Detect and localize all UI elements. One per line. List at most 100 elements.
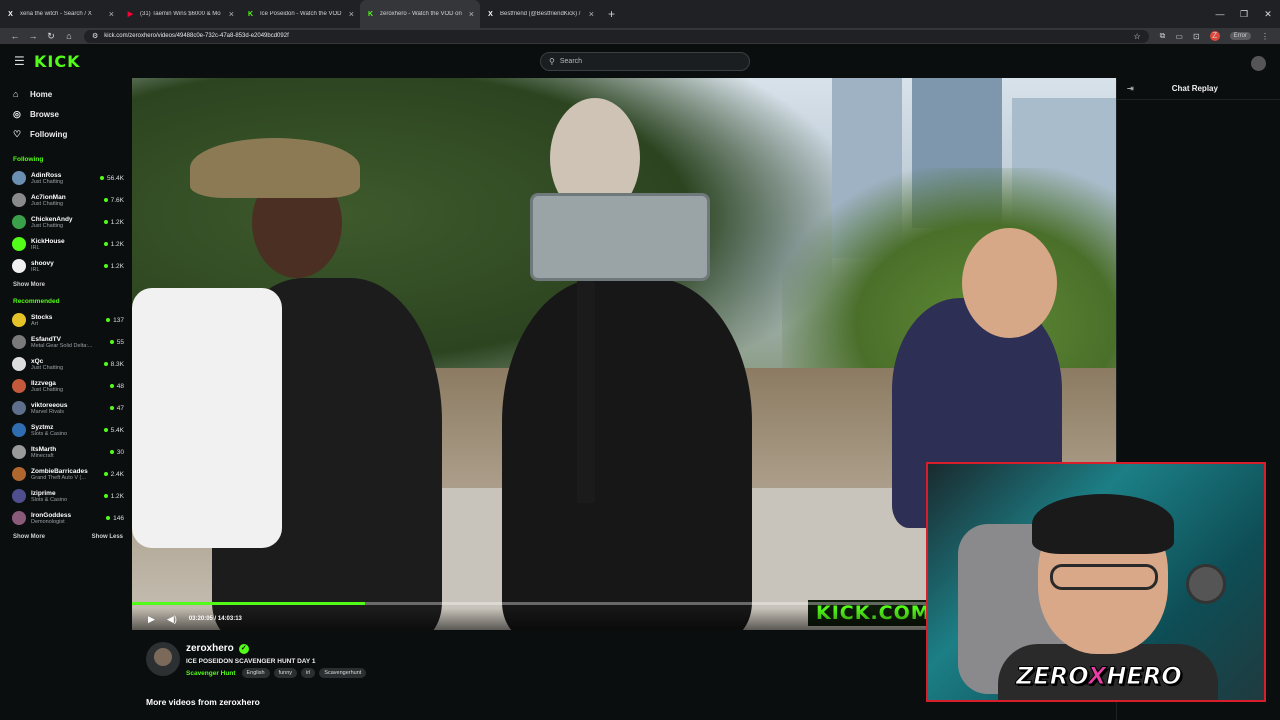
viewer-count: 137	[106, 317, 124, 324]
sidebar-nav-label: Following	[30, 129, 68, 139]
close-tab-icon[interactable]: ×	[589, 9, 594, 19]
close-tab-icon[interactable]: ×	[229, 9, 234, 19]
browser-tab[interactable]: K Ice Poseidon - Watch the VOD ×	[240, 0, 360, 28]
channel-name: KickHouse	[31, 237, 65, 245]
sidebar-channel[interactable]: Ilzzvega Just Chatting 48	[0, 375, 130, 397]
url-field[interactable]: ⚙ kick.com/zeroxhero/videos/49488c0e-732…	[84, 29, 1149, 43]
sidebar-channel[interactable]: shoovy IRL 1.2K	[0, 255, 130, 277]
channel-name[interactable]: zeroxhero	[186, 643, 234, 654]
sidebar-channel[interactable]: KickHouse IRL 1.2K	[0, 233, 130, 255]
browser-tab[interactable]: X Bestfriend (@BestfriendKick) / ×	[480, 0, 600, 28]
sidebar-channel[interactable]: lziprime Slots & Casino 1.2K	[0, 485, 130, 507]
chat-title: Chat Replay	[1171, 84, 1218, 93]
channel-meta: Syztmz Slots & Casino	[31, 424, 104, 437]
sidebar: ⌂ Home ◎ Browse ♡ Following Following AdinRos…	[0, 78, 130, 720]
new-tab-icon[interactable]: +	[600, 0, 623, 28]
sidebar-channel[interactable]: EsfandTV Metal Gear Solid Delta:... 55	[0, 331, 130, 353]
sidebar-channel[interactable]: ChickenAndy Just Chatting 1.2K	[0, 211, 130, 233]
profile-avatar[interactable]: Z	[1209, 31, 1220, 41]
verified-icon: ✓	[238, 643, 249, 654]
play-icon[interactable]: ▶	[148, 614, 155, 625]
channel-name: ItsMarth	[31, 445, 57, 453]
channel-avatar	[12, 511, 26, 525]
collapse-chat-icon[interactable]: ⇥	[1127, 84, 1134, 93]
cast-icon[interactable]: ⊡	[1193, 32, 1200, 41]
close-window-icon[interactable]: ✕	[1256, 0, 1280, 28]
close-tab-icon[interactable]: ×	[109, 9, 114, 19]
vod-title: ICE POSEIDON SCAVENGER HUNT DAY 1	[186, 658, 316, 665]
tag-chip[interactable]: Scavengerhunt	[319, 668, 367, 678]
video-frame-head-right	[962, 228, 1057, 338]
browser-tab[interactable]: ▶ (31) Taemin Wins $6000 & Mo ×	[120, 0, 240, 28]
video-frame-tripod	[577, 273, 595, 503]
x-logo-icon: X	[8, 10, 13, 18]
kick-logo[interactable]: KICK	[34, 52, 81, 71]
channel-category: Just Chatting	[31, 222, 64, 229]
channel-name: AdinRoss	[31, 171, 62, 179]
video-frame-person-center	[502, 278, 752, 630]
tag-chip[interactable]: funny	[273, 668, 298, 678]
sidebar-nav-following[interactable]: ♡ Following	[0, 124, 130, 144]
compass-icon: ◎	[13, 108, 21, 119]
maximize-icon[interactable]: ❐	[1232, 0, 1256, 28]
channel-avatar[interactable]	[146, 642, 180, 676]
error-badge[interactable]: Error	[1229, 32, 1251, 40]
channel-avatar	[12, 335, 26, 349]
hamburger-menu-icon[interactable]: ☰	[14, 54, 28, 68]
extensions-icon[interactable]: ⧉	[1160, 31, 1166, 41]
url-text: kick.com/zeroxhero/videos/49488c0e-732c-…	[104, 33, 289, 39]
minimize-icon[interactable]: —	[1208, 0, 1232, 28]
channel-category: Art	[31, 320, 39, 327]
back-icon[interactable]: ←	[6, 31, 24, 41]
channel-meta: ChickenAndy Just Chatting	[31, 216, 104, 229]
window-controls: — ❐ ✕	[1208, 0, 1280, 28]
channel-category: Just Chatting	[31, 178, 64, 185]
close-tab-icon[interactable]: ×	[349, 9, 354, 19]
forward-icon[interactable]: →	[24, 31, 42, 41]
sidebar-nav-home[interactable]: ⌂ Home	[0, 84, 130, 104]
heart-icon: ♡	[13, 128, 22, 139]
site-info-icon[interactable]: ⚙	[92, 32, 98, 40]
following-show-more[interactable]: Show More	[13, 282, 45, 288]
category-link[interactable]: Scavenger Hunt	[186, 670, 236, 677]
youtube-icon: ▶	[127, 11, 134, 18]
recommended-show-more[interactable]: Show More	[13, 534, 45, 540]
home-icon: ⌂	[13, 89, 19, 99]
recommended-show-less[interactable]: Show Less	[92, 534, 123, 540]
viewer-count: 55	[110, 339, 124, 346]
sidebar-channel[interactable]: Stocks Art 137	[0, 309, 130, 331]
browser-tab[interactable]: Kzeroxhero - Watch the VOD on ×	[360, 0, 480, 28]
sidebar-channel[interactable]: IronGoddess Demonologist 146	[0, 507, 130, 529]
sidebar-nav-label: Home	[30, 89, 53, 99]
sidebar-channel[interactable]: xQc Just Chatting 8.3K	[0, 353, 130, 375]
tag-chip[interactable]: irl	[301, 668, 316, 678]
reload-icon[interactable]: ↻	[42, 31, 60, 42]
sidebar-channel[interactable]: ItsMarth Minecraft 30	[0, 441, 130, 463]
volume-icon[interactable]: ◀)	[167, 614, 177, 625]
video-info: zeroxhero ✓ ICE POSEIDON SCAVENGER HUNT …	[132, 630, 922, 720]
browser-tab-title: xena the witch - Search / X	[20, 11, 92, 17]
close-tab-icon[interactable]: ×	[469, 9, 474, 19]
sidebar-channel[interactable]: ZombieBarricades Grand Theft Auto V (... 2…	[0, 463, 130, 485]
channel-name: Ilzzvega	[31, 379, 56, 387]
channel-name: shoovy	[31, 259, 54, 267]
bookmark-star-icon[interactable]: ☆	[1134, 32, 1141, 41]
browser-menu-icon[interactable]: ⋮	[1261, 32, 1269, 41]
sidepanel-icon[interactable]: ▭	[1175, 32, 1183, 41]
sidebar-channel[interactable]: AdinRoss Just Chatting 56.4K	[0, 167, 130, 189]
search-input[interactable]: ⚲ Search	[540, 52, 750, 71]
sidebar-channel[interactable]: Syztmz Slots & Casino 5.4K	[0, 419, 130, 441]
home-icon[interactable]: ⌂	[60, 31, 78, 41]
viewer-count: 7.6K	[104, 197, 124, 204]
sidebar-nav-browse[interactable]: ◎ Browse	[0, 104, 130, 124]
channel-avatar	[12, 445, 26, 459]
sidebar-channel[interactable]: Ac7ionMan Just Chatting 7.6K	[0, 189, 130, 211]
playback-time: 03:20:05 / 14:03:13	[188, 616, 242, 622]
sidebar-channel[interactable]: viktoreeous Marvel Rivals 47	[0, 397, 130, 419]
channel-meta: IronGoddess Demonologist	[31, 512, 106, 525]
tag-chip[interactable]: English	[241, 668, 270, 678]
browser-tab[interactable]: Xxena the witch - Search / X ×	[0, 0, 120, 28]
user-avatar[interactable]	[1251, 56, 1266, 71]
browser-tab-title: zeroxhero - Watch the VOD on	[380, 11, 462, 17]
browser-tab-title: Ice Poseidon - Watch the VOD	[260, 11, 342, 17]
